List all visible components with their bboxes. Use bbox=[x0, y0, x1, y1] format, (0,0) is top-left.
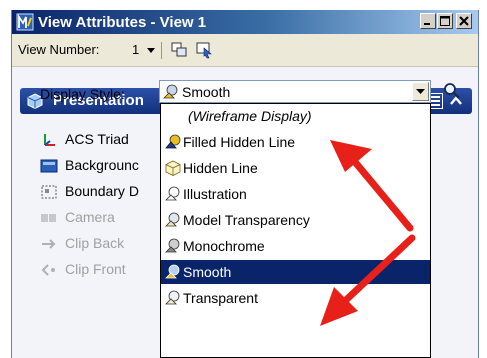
red-arrow-to-smooth bbox=[320, 234, 416, 326]
red-arrow-to-combo bbox=[330, 140, 414, 232]
annotation-arrows bbox=[320, 140, 416, 326]
